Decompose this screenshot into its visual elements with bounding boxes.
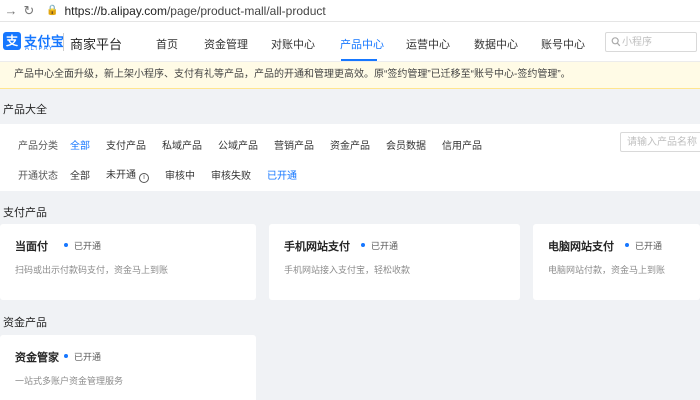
nav-active-indicator [341,59,377,61]
nav-home[interactable]: 首页 [156,36,178,52]
nav-products[interactable]: 产品中心 [340,36,384,52]
product-card-title: 资金管家 [15,352,59,364]
status-dot-icon [64,243,68,247]
product-search-input[interactable] [621,133,700,151]
status-all[interactable]: 全部 [70,167,90,182]
notice-banner: 产品中心全面升级，新上架小程序、支付有礼等产品，产品的开通和管理更高效。原“签约… [0,62,700,89]
url-path: /page/product-mall/all-product [166,3,326,18]
product-card-desc: 扫码或出示付款码支付，资金马上到账 [15,265,169,275]
category-private-domain[interactable]: 私域产品 [162,137,202,152]
nav-account[interactable]: 账号中心 [541,36,585,52]
status-filter-row: 开通状态 全部 未开通 i 审核中 审核失败 已开通 [18,166,313,183]
category-marketing[interactable]: 营销产品 [274,137,314,152]
status-filter-label: 开通状态 [18,171,58,182]
nav-operations[interactable]: 运营中心 [406,36,450,52]
section-title-payment: 支付产品 [3,207,47,219]
filter-panel: 产品分类 全部 支付产品 私域产品 公域产品 营销产品 资金产品 会员数据 信用… [0,124,700,191]
category-credit[interactable]: 信用产品 [442,137,482,152]
product-card-desc: 手机网站接入支付宝，轻松收款 [284,265,411,275]
status-dot-icon [64,354,68,358]
back-arrow-icon[interactable]: → [4,3,18,18]
product-card-status: 已开通 [361,239,398,252]
url-host: https://b.alipay.com [64,3,167,18]
status-label: 已开通 [74,241,102,251]
section-title-funds: 资金产品 [3,317,47,329]
nav-reconciliation[interactable]: 对账中心 [271,36,315,52]
alipay-logo-icon[interactable]: 支 [3,32,21,50]
category-member-data[interactable]: 会员数据 [386,137,426,152]
product-search[interactable] [620,132,700,152]
category-all[interactable]: 全部 [70,137,90,152]
category-filter-row: 产品分类 全部 支付产品 私域产品 公域产品 营销产品 资金产品 会员数据 信用… [18,137,498,152]
status-activated[interactable]: 已开通 [267,167,297,182]
nav-data[interactable]: 数据中心 [474,36,518,52]
search-input[interactable] [622,35,694,49]
category-public-domain[interactable]: 公域产品 [218,137,258,152]
search-icon [611,37,621,47]
product-card-desc: 电脑网站付款，资金马上到账 [548,265,666,275]
logo-subtext: ALIPAY [25,46,55,52]
logo-divider [63,33,64,51]
category-funds[interactable]: 资金产品 [330,137,370,152]
category-payment[interactable]: 支付产品 [106,137,146,152]
reload-icon[interactable]: ↻ [22,3,36,19]
top-header: 支 支付宝 ALIPAY 商家平台 首页 资金管理 对账中心 产品中心 运营中心… [0,22,700,62]
product-card-desc: 一站式多账户资金管理服务 [15,376,124,386]
product-card[interactable]: 手机网站支付 已开通 手机网站接入支付宝，轻松收款 [269,224,520,300]
status-label: 已开通 [371,241,399,251]
platform-name: 商家平台 [70,37,123,52]
product-card-title: 手机网站支付 [284,241,350,253]
status-dot-icon [625,243,629,247]
product-card[interactable]: 当面付 已开通 扫码或出示付款码支付，资金马上到账 [0,224,256,300]
status-not-activated[interactable]: 未开通 i [106,166,149,183]
status-under-review[interactable]: 审核中 [165,167,195,182]
product-card-status: 已开通 [64,350,101,363]
all-products-title: 产品大全 [3,104,47,116]
status-label: 已开通 [635,241,663,251]
status-review-failed[interactable]: 审核失败 [211,167,251,182]
status-label: 已开通 [74,352,102,362]
status-not-activated-label: 未开通 [106,170,136,181]
product-card-status: 已开通 [625,239,662,252]
category-filter-label: 产品分类 [18,141,58,152]
url-text[interactable]: https://b.alipay.com/page/product-mall/a… [64,4,325,18]
product-card[interactable]: 资金管家 已开通 一站式多账户资金管理服务 [0,335,256,400]
header-search[interactable] [605,32,697,52]
browser-address-bar[interactable]: → ↻ 🔒 https://b.alipay.com/page/product-… [0,0,700,22]
product-card[interactable]: 电脑网站支付 已开通 电脑网站付款，资金马上到账 [533,224,700,300]
product-card-status: 已开通 [64,239,101,252]
product-card-title: 电脑网站支付 [548,241,614,253]
lock-icon[interactable]: 🔒 [46,5,58,16]
info-icon[interactable]: i [139,173,149,183]
product-card-title: 当面付 [15,241,48,253]
nav-funds[interactable]: 资金管理 [204,36,248,52]
status-dot-icon [361,243,365,247]
